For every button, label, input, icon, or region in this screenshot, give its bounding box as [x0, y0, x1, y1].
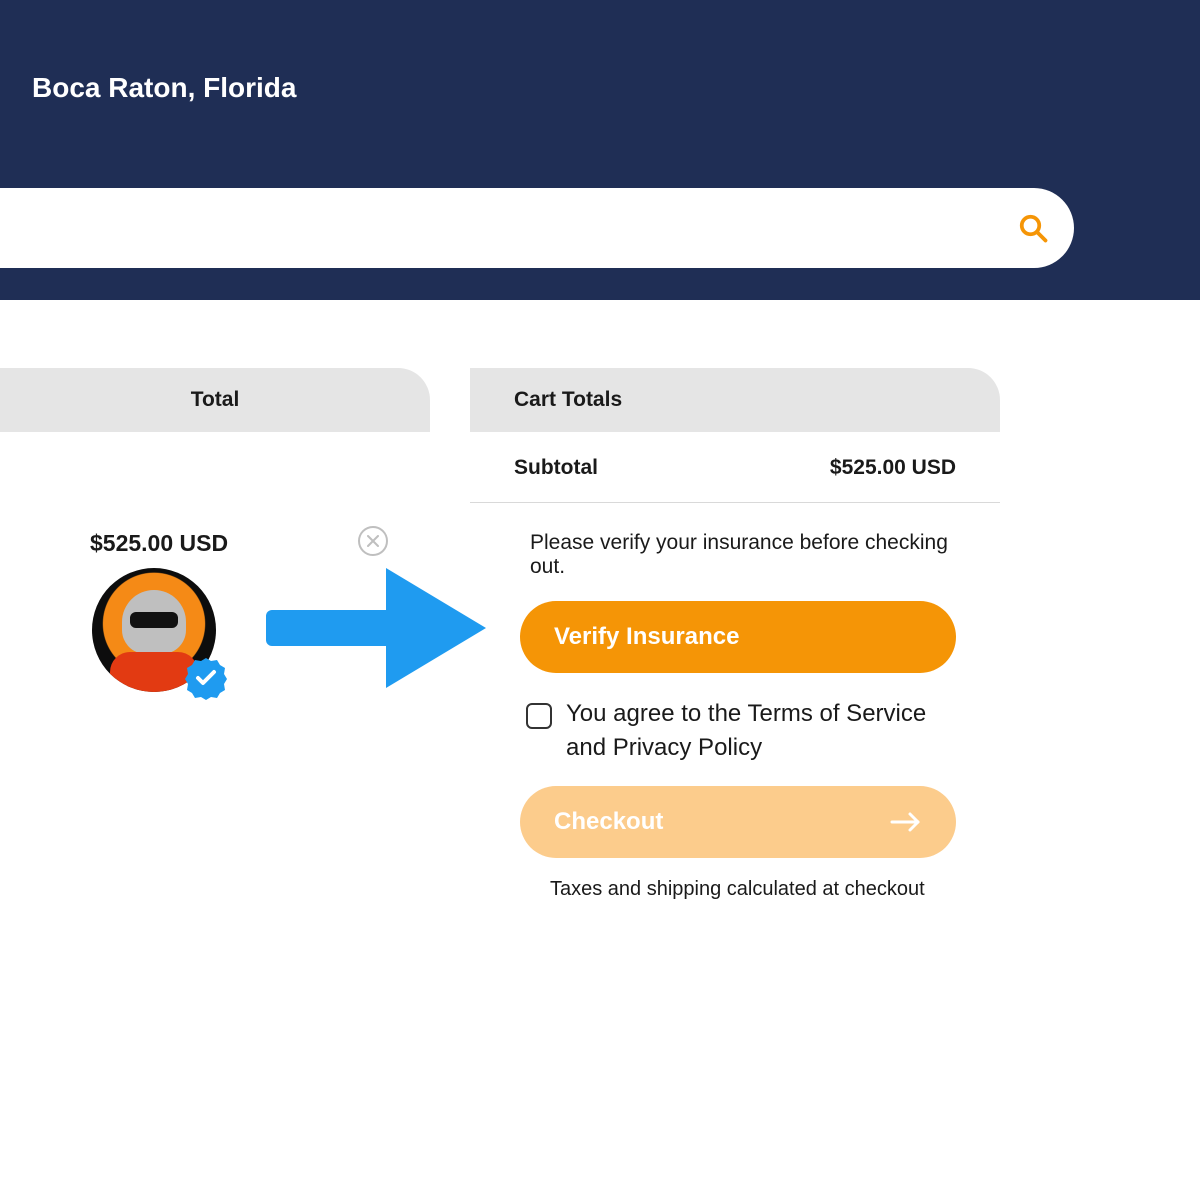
subtotal-value: $525.00 USD [830, 456, 956, 480]
tos-text: You agree to the Terms of Service and Pr… [566, 697, 956, 764]
verify-instruction: Please verify your insurance before chec… [470, 503, 1000, 579]
total-panel-header: Total [0, 368, 430, 432]
arrow-right-icon [890, 810, 922, 834]
item-avatar [92, 568, 216, 692]
tos-row: You agree to the Terms of Service and Pr… [470, 673, 1000, 764]
subtotal-row: Subtotal $525.00 USD [470, 432, 1000, 503]
item-price: $525.00 USD [90, 530, 228, 557]
verify-insurance-label: Verify Insurance [554, 623, 739, 651]
verified-badge-icon [184, 656, 228, 700]
location-text: Boca Raton, Florida [32, 72, 296, 104]
close-icon [367, 535, 379, 547]
checkout-button[interactable]: Checkout [520, 786, 956, 858]
tos-checkbox[interactable] [526, 703, 552, 729]
search-bar[interactable] [0, 188, 1074, 268]
tax-shipping-note: Taxes and shipping calculated at checkou… [470, 858, 1000, 901]
cart-totals-heading: Cart Totals [514, 388, 622, 412]
subtotal-label: Subtotal [514, 456, 598, 480]
callout-arrow-icon [256, 558, 492, 698]
verify-insurance-button[interactable]: Verify Insurance [520, 601, 956, 673]
checkout-label: Checkout [554, 808, 663, 836]
header: Boca Raton, Florida [0, 0, 1200, 300]
total-heading: Total [191, 388, 240, 412]
cart-totals-panel: Cart Totals Subtotal $525.00 USD Please … [470, 368, 1000, 901]
search-icon[interactable] [1018, 213, 1048, 243]
cart-totals-header: Cart Totals [470, 368, 1000, 432]
remove-item-button[interactable] [358, 526, 388, 556]
